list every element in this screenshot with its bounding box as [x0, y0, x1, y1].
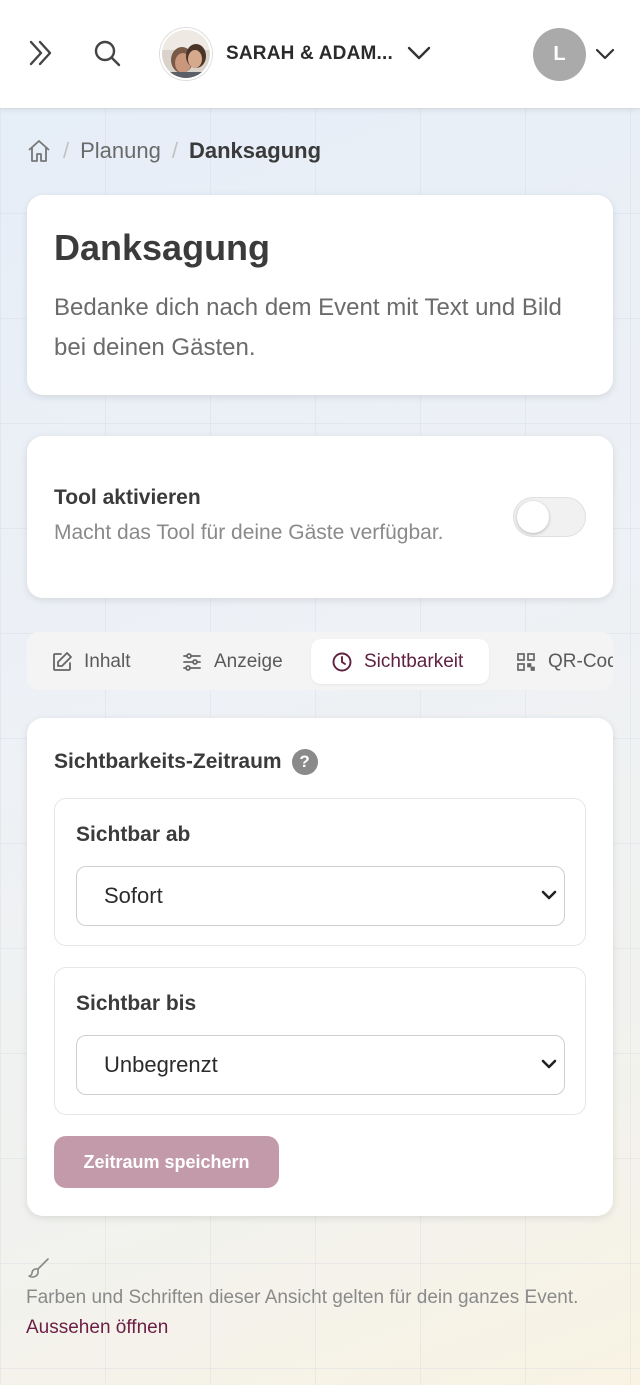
sliders-icon: [183, 652, 201, 671]
breadcrumb-item-current: Danksagung: [189, 138, 322, 163]
event-switcher-button[interactable]: [402, 38, 436, 68]
visibility-title-text: Sichtbarkeits-Zeitraum: [54, 750, 282, 773]
tool-activation-description: Macht das Tool für deine Gäste verfügbar…: [54, 521, 444, 544]
visible-until-select[interactable]: Unbegrenzt: [76, 1035, 565, 1095]
tool-activation-toggle[interactable]: [513, 497, 586, 537]
page-description: Bedanke dich nach dem Event mit Text und…: [54, 294, 562, 361]
paintbrush-icon: [28, 1258, 49, 1278]
open-appearance-link[interactable]: Aussehen öffnen: [26, 1317, 168, 1339]
search-button[interactable]: [88, 34, 126, 72]
collapse-sidebar-button[interactable]: [22, 34, 60, 72]
chevron-down-icon: [541, 1059, 557, 1069]
tab-inhalt[interactable]: Inhalt: [51, 639, 130, 684]
couple-photo-icon: [162, 30, 210, 78]
appearance-note: Farben und Schriften dieser Ansicht gelt…: [26, 1287, 579, 1308]
tool-activation-card: Tool aktivieren Macht das Tool für deine…: [27, 436, 613, 598]
tab-label: QR-Cod: [548, 650, 613, 672]
breadcrumb: / Planung / Danksagung: [26, 136, 321, 166]
tab-anzeige[interactable]: Anzeige: [181, 639, 283, 684]
visibility-title: Sichtbarkeits-Zeitraum ?: [54, 749, 318, 775]
visible-from-field: Sichtbar ab Sofort: [54, 798, 586, 946]
tab-qr-code[interactable]: QR-Cod: [515, 639, 613, 684]
tab-label: Anzeige: [214, 650, 283, 672]
intro-card: Danksagung Bedanke dich nach dem Event m…: [27, 195, 613, 395]
tab-sichtbarkeit[interactable]: Sichtbarkeit: [311, 639, 489, 684]
visible-from-select[interactable]: Sofort: [76, 866, 565, 926]
visible-from-label: Sichtbar ab: [76, 823, 191, 846]
breadcrumb-item-planung[interactable]: Planung: [80, 138, 161, 164]
top-bar: SARAH & ADAM... L: [0, 0, 640, 108]
edit-icon: [53, 651, 72, 671]
page-title: Danksagung: [54, 227, 271, 268]
visible-until-field: Sichtbar bis Unbegrenzt: [54, 967, 586, 1115]
breadcrumb-separator: /: [171, 138, 178, 163]
chevron-down-icon: [541, 890, 557, 900]
user-menu-button[interactable]: [590, 40, 620, 68]
chevron-down-icon: [595, 48, 615, 60]
qr-code-icon: [517, 652, 535, 671]
visibility-card: Sichtbarkeits-Zeitraum ? Sichtbar ab Sof…: [27, 718, 613, 1216]
home-icon[interactable]: [26, 138, 52, 164]
toggle-knob: [517, 501, 549, 533]
tab-label: Sichtbarkeit: [364, 650, 464, 672]
tab-bar: Inhalt Anzeige Sichtbarkeit QR-Cod: [27, 632, 613, 690]
event-name[interactable]: SARAH & ADAM...: [226, 43, 393, 65]
tab-label: Inhalt: [84, 650, 131, 672]
chevron-down-icon: [407, 46, 431, 60]
event-avatar[interactable]: [160, 28, 212, 80]
save-period-button[interactable]: Zeitraum speichern: [54, 1136, 279, 1188]
clock-icon: [332, 652, 352, 671]
breadcrumb-separator: /: [63, 138, 70, 163]
visible-until-label: Sichtbar bis: [76, 992, 197, 1015]
double-chevron-right-icon: [29, 40, 52, 66]
search-icon: [94, 40, 121, 67]
user-avatar[interactable]: L: [533, 28, 586, 81]
select-value: Sofort: [104, 883, 163, 908]
help-icon[interactable]: ?: [291, 749, 318, 775]
tool-activation-title: Tool aktivieren: [54, 486, 201, 509]
select-value: Unbegrenzt: [104, 1052, 218, 1077]
